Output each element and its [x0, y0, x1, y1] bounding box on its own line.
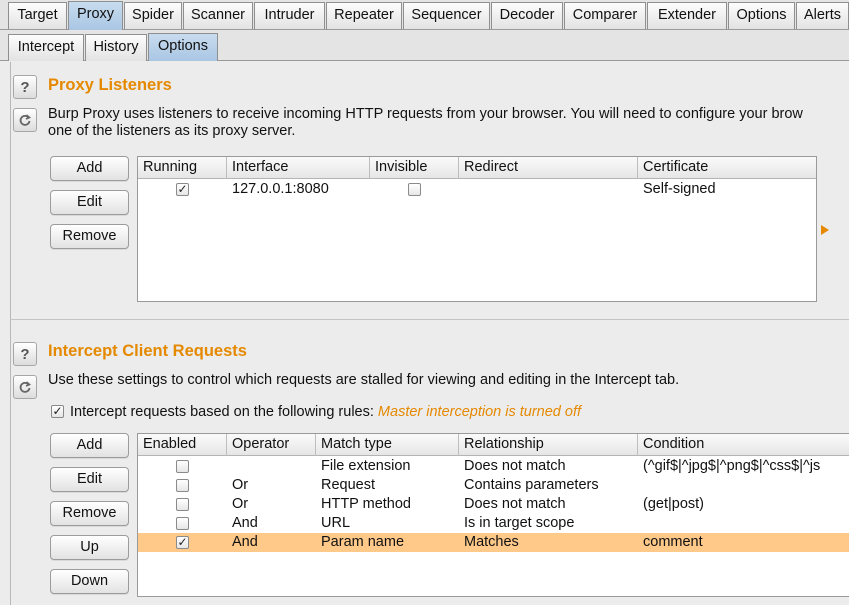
column-invisible[interactable]: Invisible — [370, 157, 459, 179]
tab-intruder[interactable]: Intruder — [254, 2, 325, 29]
proxy-listeners-title: Proxy Listeners — [48, 76, 172, 94]
running-checkbox[interactable] — [176, 183, 189, 196]
section-divider — [10, 319, 849, 320]
rule-condition: (^gif$|^jpg$|^png$|^css$|^js — [643, 458, 821, 474]
invisible-checkbox[interactable] — [408, 183, 421, 196]
intercept-client-title: Intercept Client Requests — [48, 342, 247, 360]
rule-operator: Or — [232, 477, 249, 493]
listener-edit-button[interactable]: Edit — [50, 190, 129, 215]
table-row[interactable]: 127.0.0.1:8080 Self-signed — [138, 180, 816, 199]
table-row[interactable]: And URL Is in target scope — [138, 514, 849, 533]
tab-proxy[interactable]: Proxy — [68, 1, 123, 30]
rule-relationship: Does not match — [464, 496, 566, 512]
enabled-checkbox[interactable] — [176, 479, 189, 492]
rule-remove-button[interactable]: Remove — [50, 501, 129, 526]
enabled-checkbox[interactable] — [176, 498, 189, 511]
rule-match-type: Request — [321, 477, 376, 493]
table-row[interactable]: Or Request Contains parameters — [138, 476, 849, 495]
rule-match-type: URL — [321, 515, 351, 531]
tab-sequencer[interactable]: Sequencer — [403, 2, 490, 29]
rule-up-button[interactable]: Up — [50, 535, 129, 560]
intercept-rules-label[interactable]: Intercept requests based on the followin… — [70, 403, 581, 421]
main-tab-bar: Target Proxy Spider Scanner Intruder Rep… — [0, 0, 849, 30]
restore-defaults-icon[interactable] — [13, 375, 37, 399]
rule-condition — [638, 514, 643, 533]
column-match-type[interactable]: Match type — [316, 434, 459, 456]
rule-operator — [227, 457, 232, 476]
rule-relationship: Is in target scope — [464, 515, 575, 531]
column-operator[interactable]: Operator — [227, 434, 316, 456]
enabled-checkbox[interactable] — [176, 536, 189, 549]
restore-defaults-icon[interactable] — [13, 108, 37, 132]
expand-arrow-icon[interactable] — [821, 225, 829, 235]
rule-relationship: Contains parameters — [464, 477, 599, 493]
tab-alerts[interactable]: Alerts — [796, 2, 849, 29]
tab-options[interactable]: Options — [728, 2, 795, 29]
listener-add-button[interactable]: Add — [50, 156, 129, 181]
column-relationship[interactable]: Relationship — [459, 434, 638, 456]
rules-table-header: Enabled Operator Match type Relationship… — [138, 434, 849, 456]
subtab-options[interactable]: Options — [148, 33, 218, 61]
rule-add-button[interactable]: Add — [50, 433, 129, 458]
tab-extender[interactable]: Extender — [647, 2, 727, 29]
rule-operator: And — [232, 515, 258, 531]
column-redirect[interactable]: Redirect — [459, 157, 638, 179]
subtab-history[interactable]: History — [85, 34, 147, 61]
listener-redirect — [459, 180, 464, 199]
listener-interface: 127.0.0.1:8080 — [232, 181, 329, 197]
rule-down-button[interactable]: Down — [50, 569, 129, 594]
proxy-listeners-description-line1: Burp Proxy uses listeners to receive inc… — [48, 106, 803, 122]
table-row-selected[interactable]: And Param name Matches comment — [138, 533, 849, 552]
column-running[interactable]: Running — [138, 157, 227, 179]
table-row[interactable]: File extension Does not match (^gif$|^jp… — [138, 457, 849, 476]
tab-repeater[interactable]: Repeater — [326, 2, 402, 29]
listener-remove-button[interactable]: Remove — [50, 224, 129, 249]
rule-match-type: File extension — [321, 458, 411, 474]
listener-certificate: Self-signed — [643, 181, 716, 197]
column-interface[interactable]: Interface — [227, 157, 370, 179]
tab-comparer[interactable]: Comparer — [564, 2, 646, 29]
enabled-checkbox[interactable] — [176, 517, 189, 530]
rule-edit-button[interactable]: Edit — [50, 467, 129, 492]
table-row[interactable]: Or HTTP method Does not match (get|post) — [138, 495, 849, 514]
tab-spider[interactable]: Spider — [124, 2, 182, 29]
rule-match-type: Param name — [321, 534, 405, 550]
intercept-rules-table: Enabled Operator Match type Relationship… — [137, 433, 849, 597]
rule-relationship: Does not match — [464, 458, 566, 474]
tab-scanner[interactable]: Scanner — [183, 2, 253, 29]
listeners-table: Running Interface Invisible Redirect Cer… — [137, 156, 817, 302]
help-icon[interactable]: ? — [13, 342, 37, 366]
intercept-rules-checkbox[interactable] — [51, 405, 64, 418]
rule-condition: comment — [643, 534, 703, 550]
intercept-rules-label-text: Intercept requests based on the followin… — [70, 404, 374, 420]
tab-decoder[interactable]: Decoder — [491, 2, 563, 29]
column-enabled[interactable]: Enabled — [138, 434, 227, 456]
subtab-intercept[interactable]: Intercept — [8, 34, 84, 61]
master-interception-status: Master interception is turned off — [377, 404, 582, 420]
rule-match-type: HTTP method — [321, 496, 411, 512]
rule-relationship: Matches — [464, 534, 519, 550]
help-icon[interactable]: ? — [13, 75, 37, 99]
column-certificate[interactable]: Certificate — [638, 157, 816, 179]
proxy-listeners-description-line2: one of the listeners as its proxy server… — [48, 123, 296, 139]
rule-operator: And — [232, 534, 258, 550]
intercept-client-description: Use these settings to control which requ… — [48, 372, 680, 388]
rule-condition — [638, 476, 643, 495]
enabled-checkbox[interactable] — [176, 460, 189, 473]
rule-operator: Or — [232, 496, 249, 512]
listeners-table-header: Running Interface Invisible Redirect Cer… — [138, 157, 816, 179]
tab-target[interactable]: Target — [8, 2, 67, 29]
column-condition[interactable]: Condition — [638, 434, 849, 456]
proxy-sub-tab-bar: Intercept History Options — [0, 30, 849, 61]
rule-condition: (get|post) — [643, 496, 704, 512]
